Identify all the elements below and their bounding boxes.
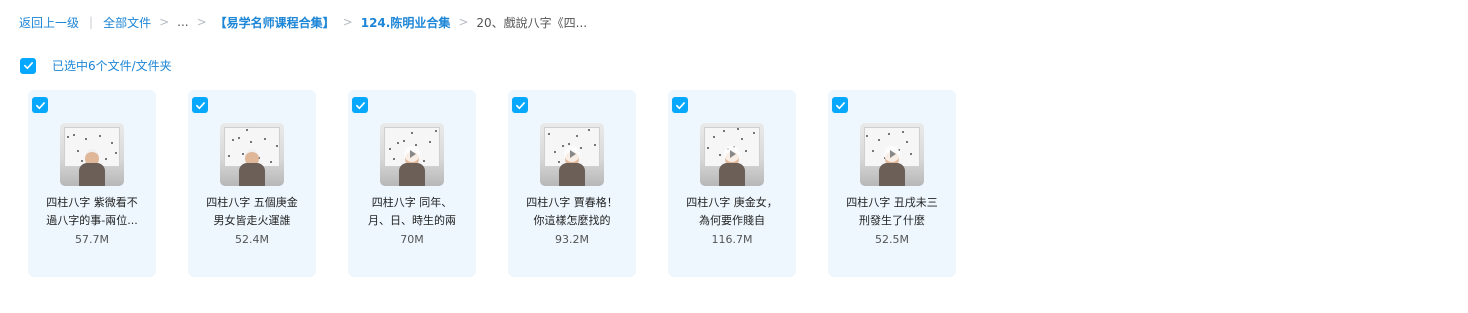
presenter-image (79, 149, 105, 186)
chevron-right-icon: > (159, 15, 170, 29)
video-thumbnail[interactable] (860, 123, 924, 186)
file-size: 116.7M (711, 233, 753, 246)
breadcrumb-folder-1[interactable]: 【易学名师课程合集】 (215, 14, 335, 31)
file-name-line-1: 四柱八字 庚金女， (686, 196, 778, 209)
file-checkbox[interactable] (192, 97, 208, 113)
file-name[interactable]: 四柱八字 紫微看不 過八字的事-兩位... (38, 194, 146, 230)
video-thumbnail[interactable] (700, 123, 764, 186)
file-size: 52.5M (875, 233, 909, 246)
check-icon (23, 62, 33, 70)
file-name-line-1: 四柱八字 丑戌未三 (846, 196, 938, 209)
file-size: 57.7M (75, 233, 109, 246)
check-icon (835, 101, 845, 109)
file-card[interactable]: 四柱八字 賈春格！ 你這樣怎麼找的 93.2M (508, 90, 636, 277)
chevron-right-icon: > (342, 15, 353, 29)
check-icon (675, 101, 685, 109)
chevron-right-icon: > (196, 15, 207, 29)
file-checkbox[interactable] (512, 97, 528, 113)
file-name-line-1: 四柱八字 五個庚金 (206, 196, 298, 209)
file-name[interactable]: 四柱八字 五個庚金 男女皆走火運誰 (198, 194, 306, 230)
check-icon (515, 101, 525, 109)
file-checkbox[interactable] (832, 97, 848, 113)
file-card[interactable]: 四柱八字 丑戌未三 刑發生了什麼 52.5M (828, 90, 956, 277)
check-icon (355, 101, 365, 109)
breadcrumb-folder-2[interactable]: 124.陈明业合集 (361, 14, 451, 31)
chevron-right-icon: > (458, 15, 469, 29)
file-name[interactable]: 四柱八字 同年、 月、日、時生的兩 (358, 194, 466, 230)
check-icon (35, 101, 45, 109)
play-icon (564, 146, 580, 162)
file-name[interactable]: 四柱八字 庚金女， 為何要作賤自 (678, 194, 786, 230)
file-name-line-2: 為何要作賤自 (699, 214, 765, 227)
play-icon (884, 146, 900, 162)
video-thumbnail[interactable] (220, 123, 284, 186)
file-size: 93.2M (555, 233, 589, 246)
breadcrumb-divider: | (89, 15, 94, 29)
breadcrumb: 返回上一级 | 全部文件 > ... > 【易学名师课程合集】 > 124.陈明… (19, 13, 587, 31)
file-checkbox[interactable] (352, 97, 368, 113)
file-card[interactable]: 四柱八字 紫微看不 過八字的事-兩位... 57.7M (28, 90, 156, 277)
file-name-line-2: 你這樣怎麼找的 (533, 214, 611, 227)
presenter-image (239, 149, 265, 186)
back-link[interactable]: 返回上一级 (19, 14, 79, 31)
file-card[interactable]: 四柱八字 庚金女， 為何要作賤自 116.7M (668, 90, 796, 277)
breadcrumb-current: 20、戲說八字《四... (476, 15, 588, 30)
breadcrumb-ellipsis[interactable]: ... (177, 15, 188, 29)
file-name-line-1: 四柱八字 賈春格！ (526, 196, 618, 209)
select-all-checkbox[interactable] (20, 57, 36, 74)
file-name-line-2: 過八字的事-兩位... (46, 214, 138, 227)
breadcrumb-all-files[interactable]: 全部文件 (103, 14, 151, 31)
file-name-line-2: 男女皆走火運誰 (213, 214, 291, 227)
video-thumbnail[interactable] (60, 123, 124, 186)
play-icon (724, 146, 740, 162)
file-size: 70M (400, 233, 424, 246)
file-size: 52.4M (235, 233, 269, 246)
file-name[interactable]: 四柱八字 賈春格！ 你這樣怎麼找的 (518, 194, 626, 230)
video-thumbnail[interactable] (380, 123, 444, 186)
select-all-row: 已选中6个文件/文件夹 (20, 57, 172, 74)
file-name-line-1: 四柱八字 紫微看不 (46, 196, 138, 209)
selection-count-label: 已选中6个文件/文件夹 (52, 59, 172, 73)
file-checkbox[interactable] (32, 97, 48, 113)
file-name-line-2: 刑發生了什麼 (859, 214, 925, 227)
file-name-line-1: 四柱八字 同年、 (371, 196, 453, 209)
play-icon (404, 146, 420, 162)
check-icon (195, 101, 205, 109)
file-name[interactable]: 四柱八字 丑戌未三 刑發生了什麼 (838, 194, 946, 230)
video-thumbnail[interactable] (540, 123, 604, 186)
file-card[interactable]: 四柱八字 五個庚金 男女皆走火運誰 52.4M (188, 90, 316, 277)
file-name-line-2: 月、日、時生的兩 (368, 214, 456, 227)
file-checkbox[interactable] (672, 97, 688, 113)
file-card[interactable]: 四柱八字 同年、 月、日、時生的兩 70M (348, 90, 476, 277)
